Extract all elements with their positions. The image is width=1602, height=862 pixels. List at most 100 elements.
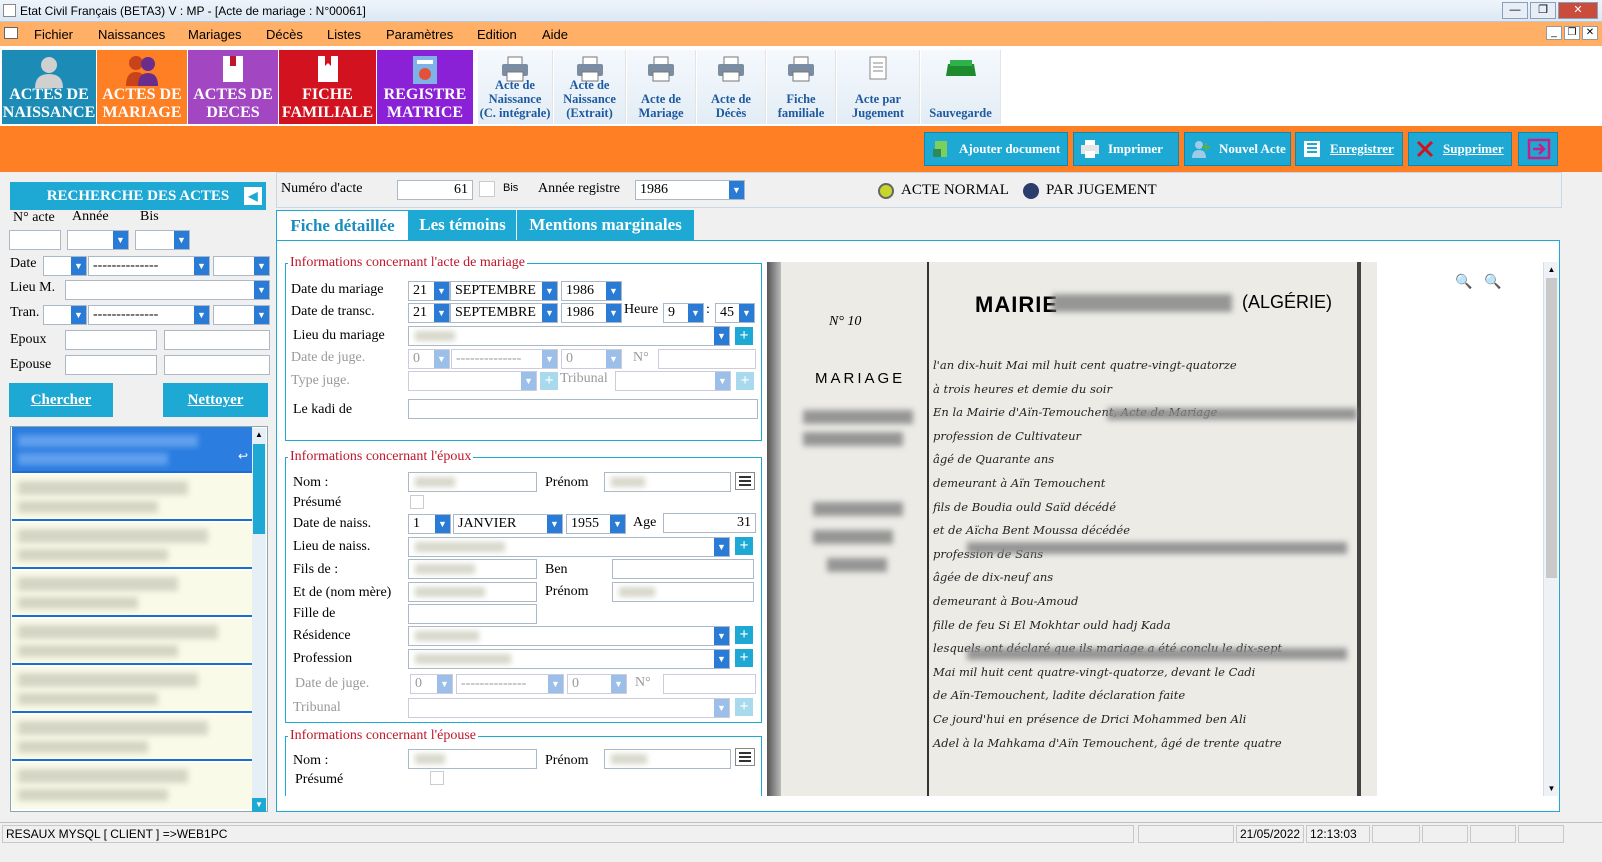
- epouse-prenom-input[interactable]: [164, 355, 270, 375]
- menu-parametres[interactable]: Paramètres: [386, 27, 453, 42]
- nacte-input[interactable]: [9, 230, 61, 250]
- actes-mariage-button[interactable]: ACTES DE MARIAGE: [97, 50, 187, 124]
- epoux-juge-year-select[interactable]: 0 ▼: [567, 674, 627, 694]
- sauvegarde-button[interactable]: Sauvegarde: [921, 50, 1001, 124]
- registre-matrice-button[interactable]: REGISTRE MATRICE: [377, 50, 473, 124]
- epouse-nom-input[interactable]: [65, 355, 157, 375]
- list-scrollbar[interactable]: ▲ ▼: [252, 428, 266, 812]
- numero-input[interactable]: 61: [397, 180, 473, 200]
- mdi-close-button[interactable]: ✕: [1582, 26, 1598, 40]
- epoux-pere-input[interactable]: [408, 559, 537, 579]
- print-acte-deces-button[interactable]: Acte de Décès: [697, 50, 766, 124]
- add-lieu-button[interactable]: +: [735, 327, 753, 345]
- menu-mariages[interactable]: Mariages: [188, 27, 241, 42]
- list-item[interactable]: [12, 715, 252, 761]
- minimize-button[interactable]: —: [1502, 2, 1528, 19]
- add-lieu-naiss-button[interactable]: +: [735, 537, 753, 555]
- scroll-down-arrow[interactable]: ▼: [1544, 781, 1559, 796]
- tran-day-select[interactable]: ▼: [43, 305, 87, 325]
- list-icon[interactable]: [735, 472, 755, 490]
- type-juge-select[interactable]: ▼: [408, 371, 537, 391]
- scroll-thumb[interactable]: [1546, 278, 1557, 578]
- epouse-prenom-input[interactable]: [604, 749, 731, 769]
- acte-normal-radio[interactable]: [878, 183, 894, 199]
- zoom-in-icon[interactable]: 🔍: [1484, 274, 1501, 291]
- date-transc-month-select[interactable]: SEPTEMBRE ▼: [450, 303, 558, 323]
- restore-button[interactable]: ❐: [1530, 2, 1556, 19]
- scroll-up-arrow[interactable]: ▲: [252, 428, 266, 442]
- date-transc-year-select[interactable]: 1986 ▼: [561, 303, 622, 323]
- list-item[interactable]: [12, 475, 252, 521]
- epoux-residence-select[interactable]: ▼: [408, 626, 730, 646]
- mdi-restore-button[interactable]: ❐: [1564, 26, 1580, 40]
- epoux-presume-checkbox[interactable]: [410, 495, 424, 509]
- tran-month-select[interactable]: -------------- ▼: [88, 305, 210, 325]
- list-item[interactable]: [12, 619, 252, 665]
- date-mariage-year-select[interactable]: 1986 ▼: [561, 281, 622, 301]
- date-transc-day-select[interactable]: 21 ▼: [408, 303, 450, 323]
- numero-juge-input[interactable]: [658, 349, 756, 369]
- menu-naissances[interactable]: Naissances: [98, 27, 165, 42]
- epoux-juge-day-select[interactable]: 0 ▼: [410, 674, 453, 694]
- document-scan[interactable]: MAIRIE (ALGÉRIE) N° 10 MARIAGE l'an dix-…: [767, 262, 1377, 796]
- epoux-mere-prenom-input[interactable]: [612, 582, 754, 602]
- menu-edition[interactable]: Edition: [477, 27, 517, 42]
- epouse-presume-checkbox[interactable]: [430, 771, 444, 785]
- epoux-tribunal-select[interactable]: ▼: [408, 698, 730, 718]
- scroll-down-arrow[interactable]: ▼: [252, 798, 266, 812]
- heure-select[interactable]: 9 ▼: [663, 303, 704, 323]
- date-juge-month-select[interactable]: -------------- ▼: [451, 349, 558, 369]
- chercher-button[interactable]: Chercher: [9, 383, 113, 417]
- epoux-ben-input[interactable]: [612, 559, 754, 579]
- scroll-up-arrow[interactable]: ▲: [1544, 262, 1559, 277]
- epoux-profession-select[interactable]: ▼: [408, 649, 730, 669]
- add-profession-button[interactable]: +: [735, 649, 753, 667]
- menu-listes[interactable]: Listes: [327, 27, 361, 42]
- date-mariage-month-select[interactable]: SEPTEMBRE ▼: [450, 281, 558, 301]
- content-scrollbar[interactable]: ▲ ▼: [1543, 262, 1558, 796]
- bis-select[interactable]: ▼: [135, 230, 190, 250]
- menu-fichier[interactable]: Fichier: [34, 27, 73, 42]
- minute-select[interactable]: 45 ▼: [715, 303, 755, 323]
- epoux-age-input[interactable]: 31: [663, 513, 756, 533]
- epoux-nom-input[interactable]: [65, 330, 157, 350]
- print-acte-naissance-integrale-button[interactable]: Acte de Naissance (C. intégrale): [478, 50, 553, 124]
- print-fiche-familiale-button[interactable]: Fiche familiale: [767, 50, 836, 124]
- annee-registre-select[interactable]: 1986 ▼: [635, 180, 745, 200]
- epoux-fille-input[interactable]: [408, 604, 537, 624]
- bis-checkbox[interactable]: [479, 181, 495, 197]
- list-item[interactable]: ↩: [12, 427, 252, 473]
- epoux-prenom-input[interactable]: [164, 330, 270, 350]
- actes-deces-button[interactable]: ACTES DE DECES: [188, 50, 278, 124]
- date-year-select[interactable]: ▼: [213, 256, 270, 276]
- list-icon[interactable]: [735, 748, 755, 766]
- epoux-nom-input[interactable]: [408, 472, 537, 492]
- close-button[interactable]: ✕: [1558, 2, 1598, 19]
- tab-fiche-detaillee[interactable]: Fiche détaillée: [276, 210, 409, 240]
- date-mariage-day-select[interactable]: 21 ▼: [408, 281, 450, 301]
- epoux-mere-input[interactable]: [408, 582, 537, 602]
- add-tribunal-button[interactable]: +: [736, 372, 754, 390]
- epoux-naiss-year-select[interactable]: 1955 ▼: [566, 514, 626, 534]
- epoux-numero-juge-input[interactable]: [663, 674, 756, 694]
- menu-deces[interactable]: Décès: [266, 27, 303, 42]
- supprimer-button[interactable]: Supprimer: [1408, 132, 1512, 166]
- add-type-juge-button[interactable]: +: [540, 372, 558, 390]
- menu-aide[interactable]: Aide: [542, 27, 568, 42]
- acte-par-jugement-button[interactable]: Acte par Jugement: [837, 50, 920, 124]
- kadi-input[interactable]: [408, 399, 758, 419]
- results-list[interactable]: ↩ ▲ ▼: [10, 426, 268, 812]
- ajouter-document-button[interactable]: Ajouter document: [924, 132, 1068, 166]
- enregistrer-button[interactable]: Enregistrer: [1295, 132, 1403, 166]
- print-acte-mariage-button[interactable]: Acte de Mariage: [627, 50, 696, 124]
- epoux-prenom-input[interactable]: [604, 472, 731, 492]
- nouvel-acte-button[interactable]: Nouvel Acte: [1184, 132, 1291, 166]
- tribunal-select[interactable]: ▼: [615, 371, 731, 391]
- epoux-naiss-day-select[interactable]: 1 ▼: [408, 514, 451, 534]
- add-residence-button[interactable]: +: [735, 626, 753, 644]
- date-day-select[interactable]: ▼: [43, 256, 87, 276]
- add-epoux-tribunal-button[interactable]: +: [735, 698, 753, 716]
- epoux-naiss-month-select[interactable]: JANVIER ▼: [453, 514, 563, 534]
- tran-year-select[interactable]: ▼: [213, 305, 270, 325]
- mdi-minimize-button[interactable]: _: [1546, 26, 1562, 40]
